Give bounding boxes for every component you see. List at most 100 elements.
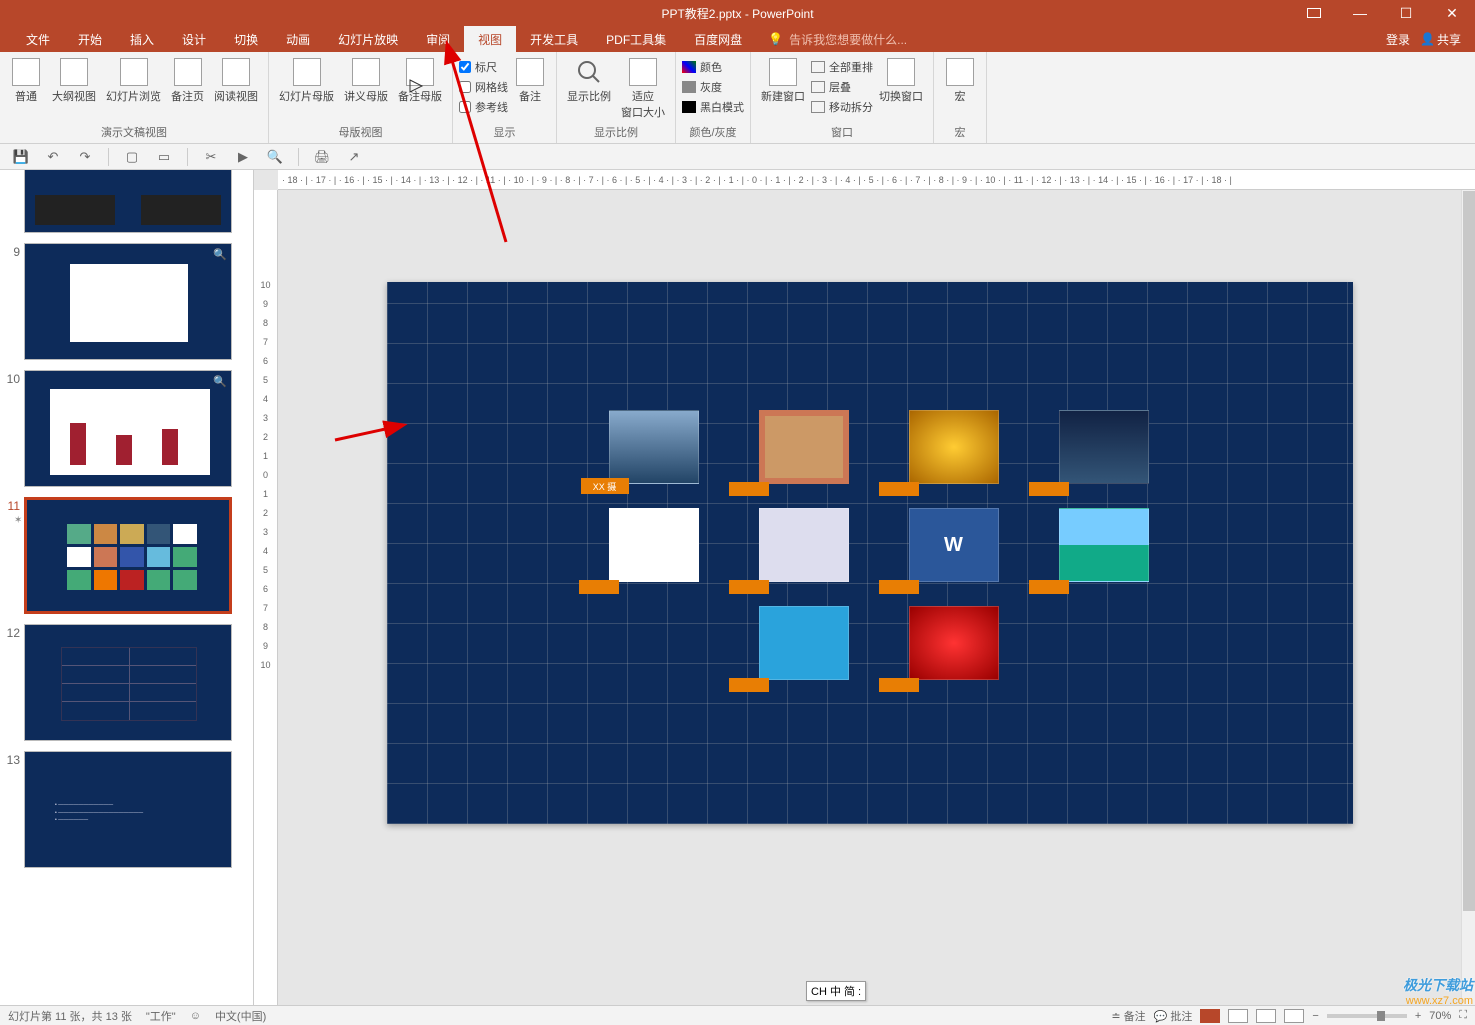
group-master-views: 幻灯片母版 讲义母版 备注母版 母版视图	[269, 52, 453, 143]
zoom-slider[interactable]	[1327, 1014, 1407, 1018]
tab-file[interactable]: 文件	[12, 26, 64, 52]
slide-image[interactable]	[759, 606, 849, 680]
redo-icon[interactable]: ↷	[76, 148, 94, 166]
vertical-scrollbar[interactable]	[1461, 190, 1475, 1005]
tab-animation[interactable]: 动画	[272, 26, 324, 52]
qat-icon-4[interactable]: ▶	[234, 148, 252, 166]
move-split-button[interactable]: 移动拆分	[811, 98, 873, 116]
slide-number: 9	[4, 243, 24, 360]
slide-image[interactable]	[909, 410, 999, 484]
view-slideshow-icon[interactable]	[1284, 1009, 1304, 1023]
maximize-button[interactable]: ☐	[1383, 0, 1429, 26]
horizontal-ruler[interactable]: · 18 · | · 17 · | · 16 · | · 15 · | · 14…	[278, 170, 1475, 190]
current-slide[interactable]: XX 摄 W	[387, 282, 1353, 824]
zoom-button[interactable]: 显示比例	[563, 56, 615, 122]
close-button[interactable]: ✕	[1429, 0, 1475, 26]
tab-view[interactable]: 视图	[464, 26, 516, 52]
tab-design[interactable]: 设计	[168, 26, 220, 52]
save-icon[interactable]: 💾	[12, 148, 30, 166]
gridlines-checkbox[interactable]: 网格线	[459, 78, 508, 96]
tab-transition[interactable]: 切换	[220, 26, 272, 52]
slide-image[interactable]: W	[909, 508, 999, 582]
fit-window-button[interactable]: 适应 窗口大小	[617, 56, 669, 122]
color-button[interactable]: 颜色	[682, 58, 744, 76]
outline-view-button[interactable]: 大纲视图	[48, 56, 100, 122]
new-window-button[interactable]: 新建窗口	[757, 56, 809, 122]
tab-pdf[interactable]: PDF工具集	[592, 26, 680, 52]
ribbon-toggle-icon[interactable]	[1291, 0, 1337, 26]
tell-me[interactable]: 💡 告诉我您想要做什么...	[768, 31, 907, 48]
login-button[interactable]: 登录	[1386, 31, 1410, 48]
slide-image-caption	[879, 482, 919, 496]
reading-view-button[interactable]: 阅读视图	[210, 56, 262, 122]
slide-thumb-9[interactable]: 9 🔍	[4, 243, 249, 360]
slide-image[interactable]	[759, 410, 849, 484]
view-normal-icon[interactable]	[1200, 1009, 1220, 1023]
tab-slideshow[interactable]: 幻灯片放映	[324, 26, 412, 52]
tab-review[interactable]: 审阅	[412, 26, 464, 52]
bw-label: 黑白模式	[700, 99, 744, 115]
zoom-icon: 🔍	[213, 375, 227, 388]
arrange-all-button[interactable]: 全部重排	[811, 58, 873, 76]
notes-page-button[interactable]: 备注页	[167, 56, 208, 122]
view-reading-icon[interactable]	[1256, 1009, 1276, 1023]
status-accessibility-icon[interactable]: ☺	[190, 1010, 201, 1022]
slide-image[interactable]	[609, 410, 699, 484]
group-label-color: 颜色/灰度	[689, 122, 736, 143]
switch-windows-button[interactable]: 切换窗口	[875, 56, 927, 122]
handout-master-button[interactable]: 讲义母版	[340, 56, 392, 122]
minimize-button[interactable]: —	[1337, 0, 1383, 26]
zoom-level[interactable]: 70%	[1429, 1010, 1451, 1022]
slide-thumb-11[interactable]: 11 ✶	[4, 497, 249, 614]
lightbulb-icon: 💡	[768, 32, 783, 46]
qat-icon-7[interactable]: ↗	[345, 148, 363, 166]
slide-image[interactable]	[1059, 410, 1149, 484]
slide-canvas[interactable]: XX 摄 W	[278, 190, 1461, 1005]
status-comments[interactable]: 💬 批注	[1154, 1008, 1193, 1024]
notes-master-button[interactable]: 备注母版	[394, 56, 446, 122]
notes-button[interactable]: 备注	[510, 56, 550, 122]
tab-developer[interactable]: 开发工具	[516, 26, 592, 52]
vertical-ruler[interactable]: 109 87 65 43 21 01 23 45 67 89 10	[254, 190, 278, 1005]
slide-image[interactable]	[1059, 508, 1149, 582]
guides-checkbox[interactable]: 参考线	[459, 98, 508, 116]
outline-view-label: 大纲视图	[52, 88, 96, 104]
qat-icon-5[interactable]: 🔍	[266, 148, 284, 166]
undo-icon[interactable]: ↶	[44, 148, 62, 166]
slide-master-button[interactable]: 幻灯片母版	[275, 56, 338, 122]
zoom-out-button[interactable]: −	[1312, 1010, 1318, 1022]
view-sorter-icon[interactable]	[1228, 1009, 1248, 1023]
slide-image-caption	[1029, 580, 1069, 594]
qat-icon-2[interactable]: ▭	[155, 148, 173, 166]
share-button[interactable]: 👤共享	[1420, 31, 1461, 48]
slide-image[interactable]	[909, 606, 999, 680]
normal-view-button[interactable]: 普通	[6, 56, 46, 122]
group-presentation-views: 普通 大纲视图 幻灯片浏览 备注页 阅读视图 演示文稿视图	[0, 52, 269, 143]
bw-button[interactable]: 黑白模式	[682, 98, 744, 116]
tab-baidu[interactable]: 百度网盘	[680, 26, 756, 52]
slide-image[interactable]	[759, 508, 849, 582]
status-notes[interactable]: ≐ 备注	[1111, 1008, 1145, 1024]
group-label-master: 母版视图	[339, 122, 383, 143]
slide-thumb-13[interactable]: 13 • ———————————• —————————————————• ———…	[4, 751, 249, 868]
slide-sorter-button[interactable]: 幻灯片浏览	[102, 56, 165, 122]
fit-to-window-icon[interactable]: ⛶	[1459, 1009, 1467, 1022]
qat-icon-6[interactable]: 🖨	[313, 148, 331, 166]
tab-home[interactable]: 开始	[64, 26, 116, 52]
slide-panel[interactable]: 9 🔍 10 🔍 11 ✶	[0, 170, 254, 1005]
slide-image[interactable]	[609, 508, 699, 582]
tab-insert[interactable]: 插入	[116, 26, 168, 52]
reading-label: 阅读视图	[214, 88, 258, 104]
macros-button[interactable]: 宏	[940, 56, 980, 122]
qat-icon-1[interactable]: ▢	[123, 148, 141, 166]
cascade-button[interactable]: 层叠	[811, 78, 873, 96]
ruler-checkbox[interactable]: 标尺	[459, 58, 508, 76]
sorter-label: 幻灯片浏览	[106, 88, 161, 104]
status-language[interactable]: 中文(中国)	[215, 1008, 266, 1024]
slide-thumb-12[interactable]: 12	[4, 624, 249, 741]
qat-icon-3[interactable]: ✂	[202, 148, 220, 166]
slide-thumb-10[interactable]: 10 🔍	[4, 370, 249, 487]
grayscale-button[interactable]: 灰度	[682, 78, 744, 96]
zoom-in-button[interactable]: +	[1415, 1010, 1421, 1022]
slide-thumb-8-partial[interactable]	[4, 170, 249, 233]
